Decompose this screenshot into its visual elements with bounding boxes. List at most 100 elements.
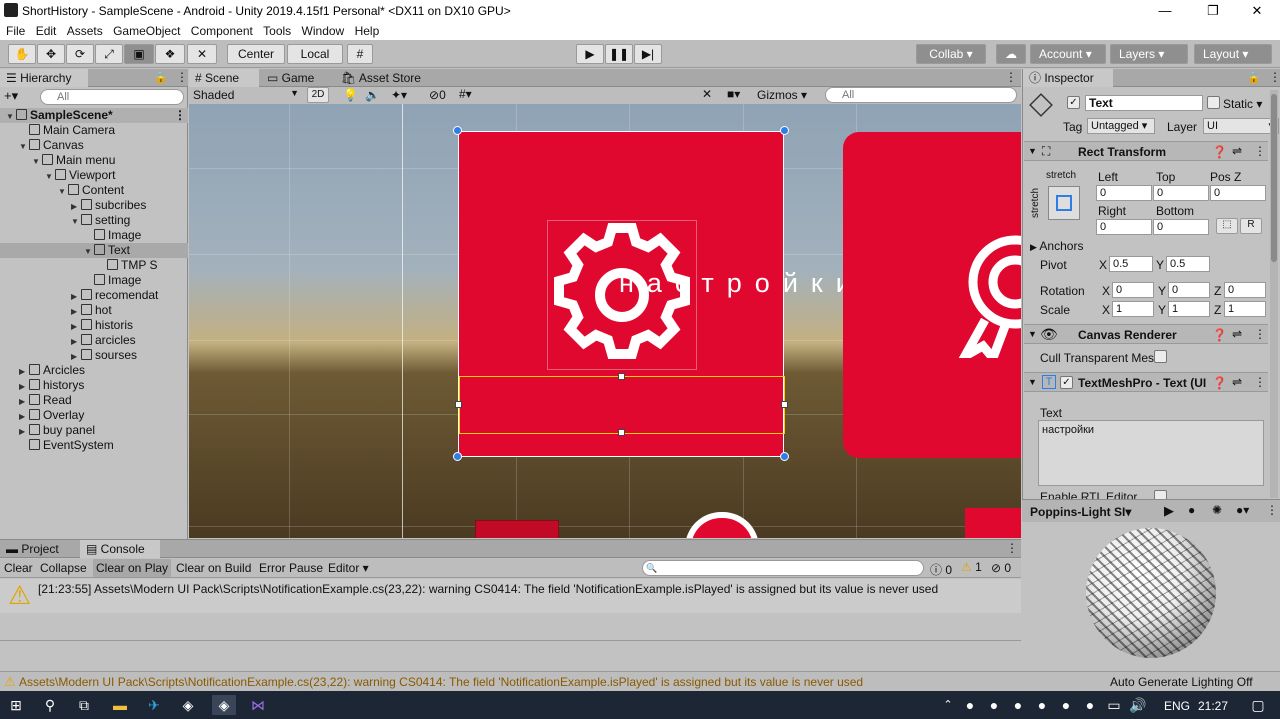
active-checkbox[interactable]: ✓ bbox=[1067, 96, 1080, 109]
rotation-y-input[interactable]: 0 bbox=[1168, 282, 1210, 298]
snap-grid-button[interactable]: # bbox=[347, 44, 373, 64]
layout-dropdown[interactable]: Layout ▾ bbox=[1194, 44, 1272, 64]
hierarchy-item[interactable]: ▶ hot bbox=[0, 303, 188, 318]
collab-button[interactable]: Collab ▾ bbox=[916, 44, 986, 64]
setting-card[interactable]: настройки bbox=[453, 126, 851, 461]
hierarchy-item[interactable]: ▶ historis bbox=[0, 318, 188, 333]
menu-tools[interactable]: Tools bbox=[257, 22, 291, 38]
object-name-input[interactable]: Text bbox=[1085, 95, 1203, 111]
cloud-button[interactable]: ☁ bbox=[996, 44, 1026, 64]
pivot-x-input[interactable]: 0.5 bbox=[1109, 256, 1153, 272]
preview-sphere-icon[interactable]: ● bbox=[1188, 503, 1195, 517]
expand-arrow-icon[interactable]: ▼ bbox=[32, 154, 42, 168]
console-log-row[interactable]: ⚠ [21:23:55] Assets\Modern UI Pack\Scrip… bbox=[0, 579, 1021, 613]
blueprint-mode-button[interactable]: ⬚ bbox=[1216, 218, 1238, 234]
collapse-arrow-icon[interactable]: ▶ bbox=[19, 424, 29, 438]
bottom-input[interactable]: 0 bbox=[1153, 219, 1209, 235]
expand-arrow-icon[interactable]: ▼ bbox=[45, 169, 55, 183]
rect-transform-header[interactable]: ▼ ⛶ Rect Transform ❓ ⇌ ⋮ bbox=[1024, 141, 1268, 161]
pause-button[interactable]: ❚❚ bbox=[605, 44, 633, 64]
collapse-arrow-icon[interactable]: ▶ bbox=[71, 199, 81, 213]
unity-editor-icon[interactable]: ◈ bbox=[212, 695, 236, 715]
expand-arrow-icon[interactable]: ▼ bbox=[19, 139, 29, 153]
preset-icon[interactable]: ⇌ bbox=[1232, 327, 1242, 341]
unity-hub-icon[interactable]: ◈ bbox=[176, 695, 200, 715]
hierarchy-item[interactable]: ▶ recomendat bbox=[0, 288, 188, 303]
expand-arrow-icon[interactable]: ▼ bbox=[6, 109, 16, 123]
anchors-foldout[interactable]: ▶ Anchors bbox=[1030, 239, 1083, 253]
collapse-arrow-icon[interactable]: ▶ bbox=[71, 304, 81, 318]
preset-icon[interactable]: ⇌ bbox=[1232, 375, 1242, 389]
resize-handle[interactable] bbox=[455, 401, 462, 408]
collapse-arrow-icon[interactable]: ▶ bbox=[71, 319, 81, 333]
move-tool-button[interactable]: ✥ bbox=[37, 44, 65, 64]
expand-arrow-icon[interactable]: ▼ bbox=[84, 244, 94, 258]
anchor-handle[interactable] bbox=[780, 126, 789, 135]
hierarchy-item[interactable]: ▼ Canvas bbox=[0, 138, 188, 153]
status-message[interactable]: Assets\Modern UI Pack\Scripts\Notificati… bbox=[19, 675, 863, 689]
volume-icon[interactable]: 🔊 bbox=[1126, 695, 1150, 715]
resize-handle[interactable] bbox=[618, 373, 625, 380]
windows-start-icon[interactable]: ⊞ bbox=[4, 695, 28, 715]
lighting-toggle-icon[interactable]: 💡 bbox=[343, 88, 358, 102]
menu-assets[interactable]: Assets bbox=[61, 22, 103, 38]
font-asset-dropdown[interactable]: Poppins-Light SI▾ bbox=[1030, 505, 1131, 519]
rotate-tool-button[interactable]: ⟳ bbox=[66, 44, 94, 64]
console-search-input[interactable]: 🔍 bbox=[642, 560, 924, 576]
tray-app-icon[interactable]: ● bbox=[1030, 695, 1054, 715]
collapse-button[interactable]: Collapse bbox=[40, 561, 87, 575]
hierarchy-item[interactable]: ▼ Viewport bbox=[0, 168, 188, 183]
help-icon[interactable]: ❓ bbox=[1212, 145, 1227, 159]
inspector-scrollbar[interactable] bbox=[1270, 90, 1278, 498]
resize-handle[interactable] bbox=[781, 401, 788, 408]
panel-menu-icon[interactable]: ⋮ bbox=[1005, 70, 1017, 84]
lock-icon[interactable]: 🔒 bbox=[1247, 71, 1261, 84]
component-menu-icon[interactable]: ⋮ bbox=[1254, 375, 1266, 389]
rect-tool-button[interactable]: ▣ bbox=[124, 44, 154, 64]
hierarchy-item[interactable]: ▶ arcicles bbox=[0, 333, 188, 348]
menu-gameobject[interactable]: GameObject bbox=[107, 22, 180, 38]
preset-icon[interactable]: ⇌ bbox=[1232, 144, 1242, 158]
menu-edit[interactable]: Edit bbox=[30, 22, 57, 38]
search-icon[interactable]: ⚲ bbox=[38, 695, 62, 715]
scene-root-item[interactable]: ▼ SampleScene* ⋮ bbox=[0, 108, 188, 123]
collapse-arrow-icon[interactable]: ▶ bbox=[19, 394, 29, 408]
rotation-z-input[interactable]: 0 bbox=[1224, 282, 1266, 298]
network-icon[interactable]: ▭ bbox=[1102, 695, 1126, 715]
hierarchy-item[interactable]: ▶ sourses bbox=[0, 348, 188, 363]
hierarchy-item[interactable]: ▼ Text bbox=[0, 243, 188, 258]
clock[interactable]: 21:27 bbox=[1198, 699, 1228, 713]
tools-icon[interactable]: ✕ bbox=[702, 87, 712, 101]
lock-icon[interactable]: 🔒 bbox=[154, 71, 168, 84]
hidden-objects-icon[interactable]: ⊘0 bbox=[429, 88, 446, 102]
tray-arrow-icon[interactable]: ⌃ bbox=[936, 695, 960, 715]
scale-tool-button[interactable]: ⤢ bbox=[95, 44, 123, 64]
top-input[interactable]: 0 bbox=[1153, 185, 1209, 201]
raw-edit-button[interactable]: R bbox=[1240, 218, 1262, 234]
panel-menu-icon[interactable]: ⋮ bbox=[1006, 541, 1018, 555]
transform-tool-button[interactable]: ❖ bbox=[155, 44, 185, 64]
help-icon[interactable]: ❓ bbox=[1212, 376, 1227, 390]
grid-toggle-icon[interactable]: #▾ bbox=[459, 87, 472, 101]
hierarchy-item[interactable]: Image bbox=[0, 228, 188, 243]
scale-y-input[interactable]: 1 bbox=[1168, 301, 1210, 317]
play-button[interactable]: ▶ bbox=[576, 44, 604, 64]
scene-menu-icon[interactable]: ⋮ bbox=[174, 108, 186, 123]
menu-window[interactable]: Window bbox=[296, 22, 345, 38]
pivot-center-button[interactable]: Center bbox=[227, 44, 285, 64]
tab-scene[interactable]: # Scene bbox=[189, 69, 259, 87]
telegram-icon[interactable]: ✈ bbox=[142, 695, 166, 715]
hierarchy-item[interactable]: EventSystem bbox=[0, 438, 188, 453]
collapse-arrow-icon[interactable]: ▶ bbox=[19, 379, 29, 393]
clear-on-build-button[interactable]: Clear on Build bbox=[176, 561, 251, 575]
tab-game[interactable]: ▭ Game bbox=[261, 69, 331, 87]
tab-console[interactable]: ▤ Console bbox=[80, 540, 160, 558]
hierarchy-item[interactable]: TMP S bbox=[0, 258, 188, 273]
tab-inspector[interactable]: ⓘ Inspector bbox=[1023, 69, 1113, 87]
right-input[interactable]: 0 bbox=[1096, 219, 1152, 235]
editor-dropdown[interactable]: Editor ▾ bbox=[328, 561, 369, 575]
tray-app-icon[interactable]: ● bbox=[982, 695, 1006, 715]
scene-search-input[interactable]: All bbox=[825, 87, 1017, 103]
warning-filter-toggle[interactable]: ⚠ 1 bbox=[961, 560, 982, 574]
panel-menu-icon[interactable]: ⋮ bbox=[176, 70, 188, 84]
